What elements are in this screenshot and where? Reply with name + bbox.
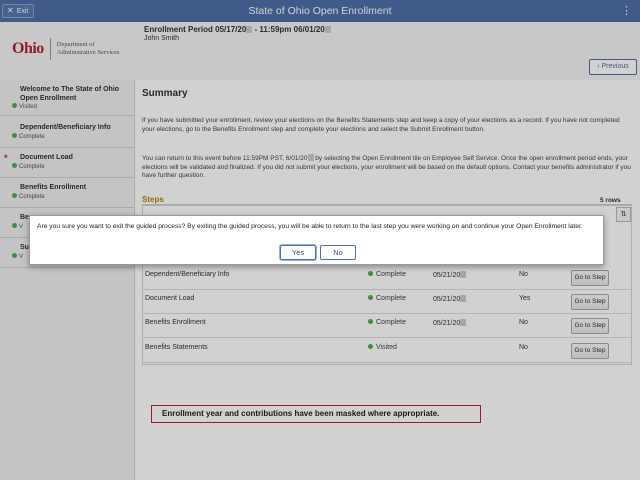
no-button[interactable]: No	[320, 245, 356, 260]
yes-button[interactable]: Yes	[280, 245, 316, 260]
dialog-message: Are you sure you want to exit the guided…	[37, 223, 583, 230]
exit-confirm-dialog: Are you sure you want to exit the guided…	[29, 215, 604, 265]
